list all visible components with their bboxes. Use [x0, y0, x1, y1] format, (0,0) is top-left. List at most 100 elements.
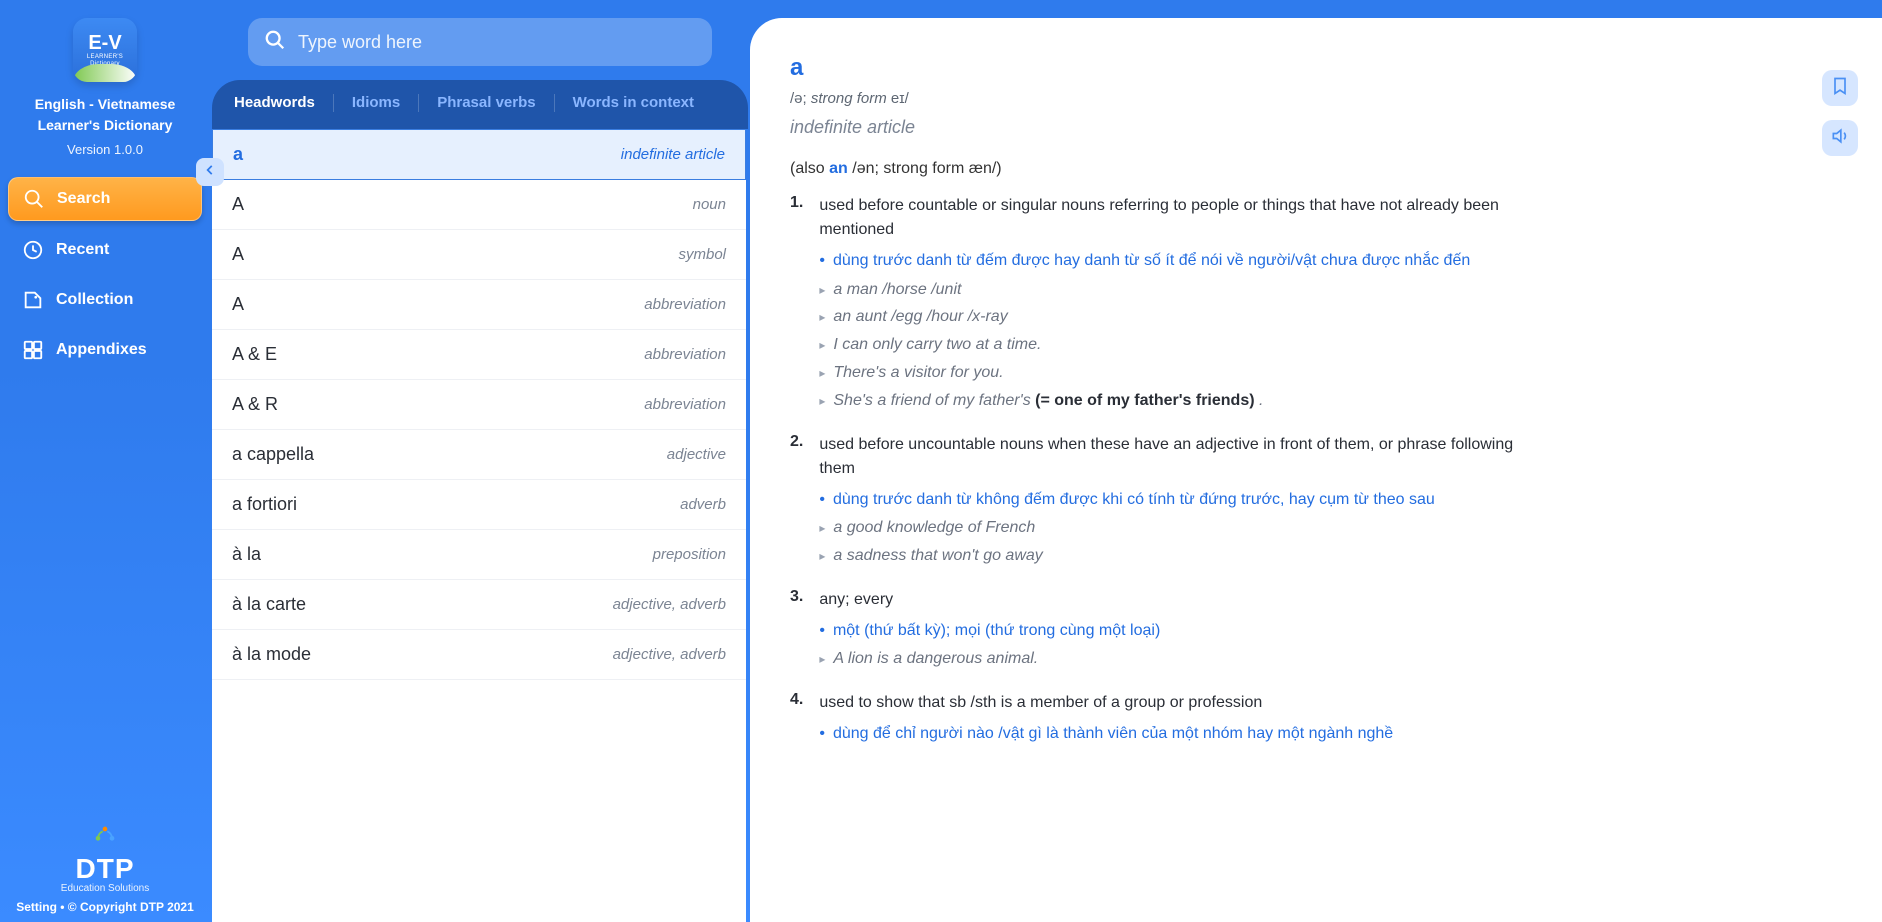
bookmark-tag-icon: [22, 289, 44, 311]
example: A lion is a dangerous animal.: [819, 647, 1550, 672]
app-logo-text: E-V: [88, 33, 121, 53]
word-item[interactable]: a cappella adjective: [212, 430, 746, 480]
entry-actions: [1822, 70, 1858, 156]
nav-item-appendixes[interactable]: Appendixes: [8, 329, 202, 371]
example: a man /horse /unit: [819, 278, 1550, 303]
word-item[interactable]: à lapreposition: [212, 530, 746, 580]
word-item-word: A & R: [232, 394, 278, 415]
example: a good knowledge of French: [819, 516, 1550, 541]
sidebar: E-V LEARNER'S Dictionary English - Vietn…: [0, 0, 210, 922]
search-container: [210, 18, 750, 80]
search-icon: [23, 188, 45, 210]
audio-button[interactable]: [1822, 120, 1858, 156]
collapse-sidebar-button[interactable]: [196, 158, 224, 186]
nav-item-collection[interactable]: Collection: [8, 279, 202, 321]
word-item[interactable]: Asymbol: [212, 230, 746, 280]
word-item[interactable]: A & R abbreviation: [212, 380, 746, 430]
sense-body: used before countable or singular nouns …: [819, 194, 1550, 417]
sense: 2. used before uncountable nouns when the…: [790, 433, 1550, 572]
chevron-left-icon: [203, 163, 217, 182]
word-item-pos: symbol: [678, 246, 726, 263]
tab-headwords[interactable]: Headwords: [234, 90, 315, 115]
brand-logo: DTP Education Solutions: [0, 822, 210, 894]
sense-number: 4.: [790, 691, 803, 751]
definition-vi: dùng để chỉ người nào /vật gì là thành v…: [819, 721, 1550, 747]
sense: 3. any; every một (thứ bất kỳ); mọi (thứ t…: [790, 588, 1550, 675]
word-item-word: A & E: [232, 344, 277, 365]
word-item-word: à la: [232, 544, 261, 565]
nav: Search Recent Collection Appendixes: [0, 177, 210, 371]
word-item[interactable]: a fortioriadverb: [212, 480, 746, 530]
also-rest: /ən; strong form æn/): [848, 160, 1002, 177]
word-item[interactable]: à la mode adjective, adverb: [212, 630, 746, 680]
word-item-pos: adjective: [667, 446, 726, 463]
definition-vi: một (thứ bất kỳ); mọi (thứ trong cùng mộ…: [819, 618, 1550, 644]
bookmark-button[interactable]: [1822, 70, 1858, 106]
sense-body: used before uncountable nouns when these…: [819, 433, 1550, 572]
also-prefix: (also: [790, 160, 829, 177]
word-item-word: A: [232, 294, 244, 315]
sense-number: 3.: [790, 588, 803, 675]
word-item-pos: abbreviation: [644, 396, 726, 413]
example: an aunt /egg /hour /x-ray: [819, 305, 1550, 330]
search-icon: [264, 29, 286, 56]
definition-en: any; every: [819, 588, 1550, 612]
brand-dots-icon: [91, 822, 119, 855]
also-alt: an: [829, 160, 848, 177]
definition-en: used before uncountable nouns when these…: [819, 433, 1550, 481]
nav-item-recent[interactable]: Recent: [8, 229, 202, 271]
sense-number: 1.: [790, 194, 803, 417]
word-item[interactable]: Anoun: [212, 180, 746, 230]
word-item[interactable]: A & E abbreviation: [212, 330, 746, 380]
clock-icon: [22, 239, 44, 261]
word-list[interactable]: aindefinite articleAnounAsymbolAabbrevia…: [212, 129, 746, 922]
word-item-pos: abbreviation: [644, 296, 726, 313]
word-item-word: à la carte: [232, 594, 306, 615]
nav-item-label: Appendixes: [56, 341, 147, 359]
app-logo-sub: LEARNER'S: [87, 54, 123, 60]
word-item-word: a cappella: [232, 444, 314, 465]
entry-panel: a /ə; strong form eɪ/ indefinite article…: [750, 18, 1882, 922]
tab-idioms[interactable]: Idioms: [352, 90, 400, 115]
word-item-pos: adjective, adverb: [613, 646, 726, 663]
word-item-word: A: [232, 194, 244, 215]
word-item-pos: adverb: [680, 496, 726, 513]
word-item[interactable]: aindefinite article: [212, 129, 746, 180]
entry-also: (also an /ən; strong form æn/): [790, 160, 1842, 178]
nav-item-label: Recent: [56, 241, 109, 259]
brand-tagline: Education Solutions: [61, 883, 149, 894]
speaker-icon: [1830, 126, 1850, 151]
tab-context[interactable]: Words in context: [573, 90, 694, 115]
nav-item-label: Search: [57, 190, 110, 208]
bookmark-icon: [1830, 76, 1850, 101]
app-title-line1: English - Vietnamese: [35, 96, 176, 112]
copyright-text: © Copyright DTP 2021: [68, 900, 194, 914]
word-item[interactable]: Aabbreviation: [212, 280, 746, 330]
tab-separator: [554, 94, 555, 112]
tab-separator: [333, 94, 334, 112]
example: a sadness that won't go away: [819, 544, 1550, 569]
word-item-word: A: [232, 244, 244, 265]
app-title: English - Vietnamese Learner's Dictionar…: [25, 94, 186, 136]
tab-phrasal[interactable]: Phrasal verbs: [437, 90, 535, 115]
word-item[interactable]: à la carte adjective, adverb: [212, 580, 746, 630]
pron-prefix: /ə;: [790, 90, 811, 107]
nav-item-label: Collection: [56, 291, 133, 309]
entry-pronunciation: /ə; strong form eɪ/: [790, 90, 1842, 107]
sidebar-footer: DTP Education Solutions Setting • © Copy…: [0, 822, 210, 922]
sense: 1.used before countable or singular noun…: [790, 194, 1550, 417]
app-logo-swoosh: [73, 64, 137, 82]
word-item-word: à la mode: [232, 644, 311, 665]
app-version: Version 1.0.0: [67, 142, 143, 157]
nav-item-search[interactable]: Search: [8, 177, 202, 221]
sense-number: 2.: [790, 433, 803, 572]
search-box[interactable]: [248, 18, 712, 66]
example: I can only carry two at a time.: [819, 333, 1550, 358]
word-item-pos: abbreviation: [644, 346, 726, 363]
tabs: Headwords Idioms Phrasal verbs Words in …: [212, 80, 748, 129]
word-item-pos: adjective, adverb: [613, 596, 726, 613]
setting-link[interactable]: Setting: [16, 900, 57, 914]
sense: 4.used to show that sb /sth is a member …: [790, 691, 1550, 751]
entry-senses: 1.used before countable or singular noun…: [790, 194, 1842, 751]
search-input[interactable]: [298, 32, 696, 53]
